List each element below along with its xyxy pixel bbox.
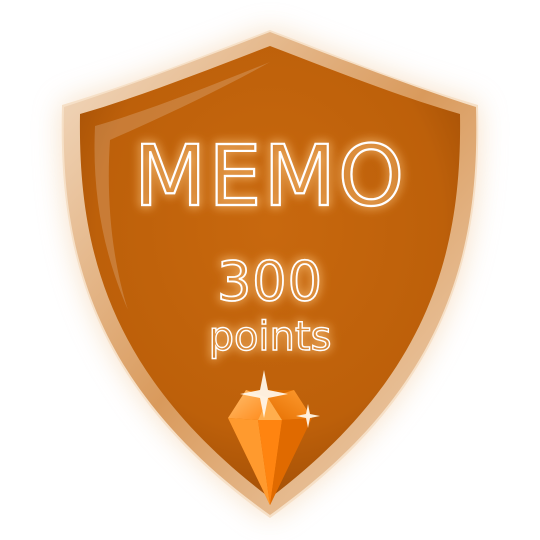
points-label: points: [209, 314, 332, 360]
points-value: 300: [217, 250, 323, 313]
badge-graphic: MEMO 300 points: [61, 30, 479, 518]
achievement-badge: MEMO 300 points: [0, 0, 540, 540]
badge-title: MEMO: [134, 127, 406, 225]
